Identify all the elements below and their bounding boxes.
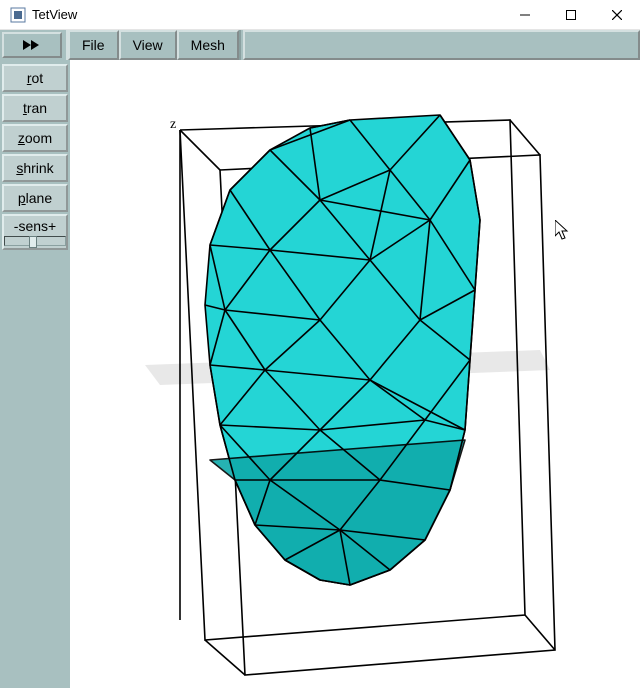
- menu-file-label: File: [82, 37, 105, 53]
- close-button[interactable]: [594, 0, 640, 29]
- mesh-render: [70, 60, 640, 688]
- window-controls: [502, 0, 640, 29]
- menu-view-label: View: [133, 37, 163, 53]
- menu-view[interactable]: View: [119, 30, 177, 60]
- rot-button[interactable]: rot: [2, 64, 68, 92]
- shrink-button[interactable]: shrink: [2, 154, 68, 182]
- sensitivity-label: -sens+: [2, 214, 68, 250]
- menu-mesh-label: Mesh: [191, 37, 225, 53]
- window-title: TetView: [32, 7, 502, 22]
- titlebar: TetView: [0, 0, 640, 30]
- zoom-button[interactable]: zoom: [2, 124, 68, 152]
- fast-forward-button[interactable]: [2, 32, 62, 58]
- sensitivity-slider[interactable]: [4, 236, 66, 246]
- maximize-button[interactable]: [548, 0, 594, 29]
- viewport[interactable]: z: [70, 60, 640, 688]
- mesh-body: [205, 115, 480, 585]
- app-icon: [10, 7, 26, 23]
- menubar-filler: [243, 30, 640, 60]
- sensitivity-thumb[interactable]: [29, 236, 37, 248]
- menu-file[interactable]: File: [68, 30, 119, 60]
- tran-button[interactable]: tran: [2, 94, 68, 122]
- plane-button[interactable]: plane: [2, 184, 68, 212]
- fast-forward-icon: [21, 38, 43, 52]
- menubar: File View Mesh: [66, 30, 241, 60]
- menubar-row: File View Mesh: [0, 30, 640, 60]
- menu-mesh[interactable]: Mesh: [177, 30, 239, 60]
- main-area: rot tran zoom shrink plane -sens+ z: [0, 60, 640, 688]
- sidebar: rot tran zoom shrink plane -sens+: [0, 60, 70, 688]
- minimize-button[interactable]: [502, 0, 548, 29]
